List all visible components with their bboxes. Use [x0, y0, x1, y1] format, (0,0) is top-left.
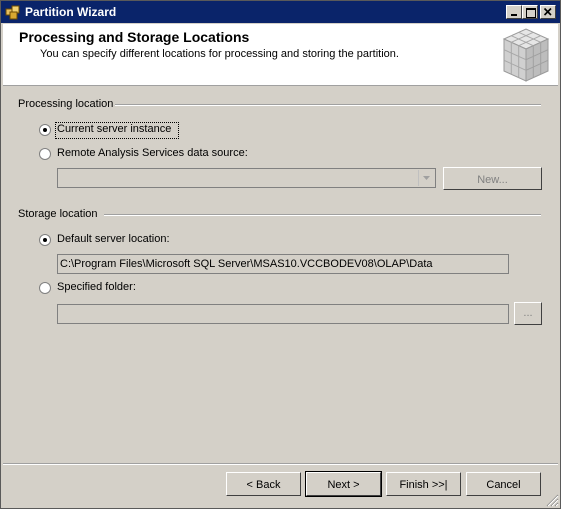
- close-icon: [543, 7, 552, 16]
- default-path-value: C:\Program Files\Microsoft SQL Server\MS…: [60, 258, 433, 270]
- storage-group-label: Storage location: [18, 208, 98, 220]
- window-title: Partition Wizard: [25, 5, 117, 19]
- default-location-radio[interactable]: [39, 234, 51, 246]
- dropdown-arrow[interactable]: [418, 170, 434, 186]
- close-button[interactable]: [540, 5, 556, 19]
- wizard-header: Processing and Storage Locations You can…: [3, 24, 558, 86]
- minimize-icon: [511, 14, 517, 16]
- back-button[interactable]: < Back: [226, 472, 301, 496]
- remote-datasource-label[interactable]: Remote Analysis Services data source:: [57, 147, 248, 159]
- back-button-label: < Back: [246, 479, 281, 491]
- next-button-label: Next >: [327, 479, 360, 491]
- current-server-label[interactable]: Current server instance: [57, 123, 171, 135]
- default-path-field[interactable]: C:\Program Files\Microsoft SQL Server\MS…: [57, 254, 509, 274]
- title-bar[interactable]: Partition Wizard: [1, 1, 560, 23]
- datasource-dropdown[interactable]: [57, 168, 436, 188]
- storage-group-divider: [104, 214, 541, 216]
- remote-datasource-radio[interactable]: [39, 148, 51, 160]
- chevron-down-icon: [423, 176, 430, 180]
- cancel-button-label: Cancel: [486, 479, 521, 491]
- new-datasource-button[interactable]: New...: [443, 167, 542, 190]
- processing-group-label: Processing location: [18, 98, 114, 110]
- minimize-button[interactable]: [506, 5, 522, 19]
- new-button-label: New...: [477, 174, 508, 186]
- page-subtitle: You can specify different locations for …: [40, 48, 399, 60]
- processing-group-divider: [115, 104, 541, 106]
- specified-folder-field[interactable]: [57, 304, 509, 324]
- maximize-button[interactable]: [522, 5, 538, 19]
- finish-button-label: Finish >>|: [399, 479, 448, 491]
- browse-folder-button[interactable]: ...: [514, 302, 542, 325]
- resize-grip-icon[interactable]: [545, 493, 559, 507]
- specified-folder-radio[interactable]: [39, 282, 51, 294]
- maximize-icon: [526, 8, 536, 18]
- current-server-text: Current server instance: [57, 123, 172, 135]
- partition-wizard-window: Partition Wizard Processing and Storage …: [0, 0, 561, 509]
- page-title: Processing and Storage Locations: [19, 29, 250, 45]
- radio-selected-dot: [43, 238, 47, 242]
- finish-button[interactable]: Finish >>|: [386, 472, 461, 496]
- current-server-radio[interactable]: [39, 124, 51, 136]
- browse-button-label: ...: [523, 307, 533, 319]
- default-location-label[interactable]: Default server location:: [57, 233, 170, 245]
- footer-divider: [3, 463, 558, 465]
- olap-cube-icon: [502, 28, 550, 82]
- next-button[interactable]: Next >: [305, 471, 382, 497]
- radio-selected-dot: [43, 128, 47, 132]
- cancel-button[interactable]: Cancel: [466, 472, 541, 496]
- specified-folder-label[interactable]: Specified folder:: [57, 281, 136, 293]
- wizard-cube-icon: [5, 5, 20, 20]
